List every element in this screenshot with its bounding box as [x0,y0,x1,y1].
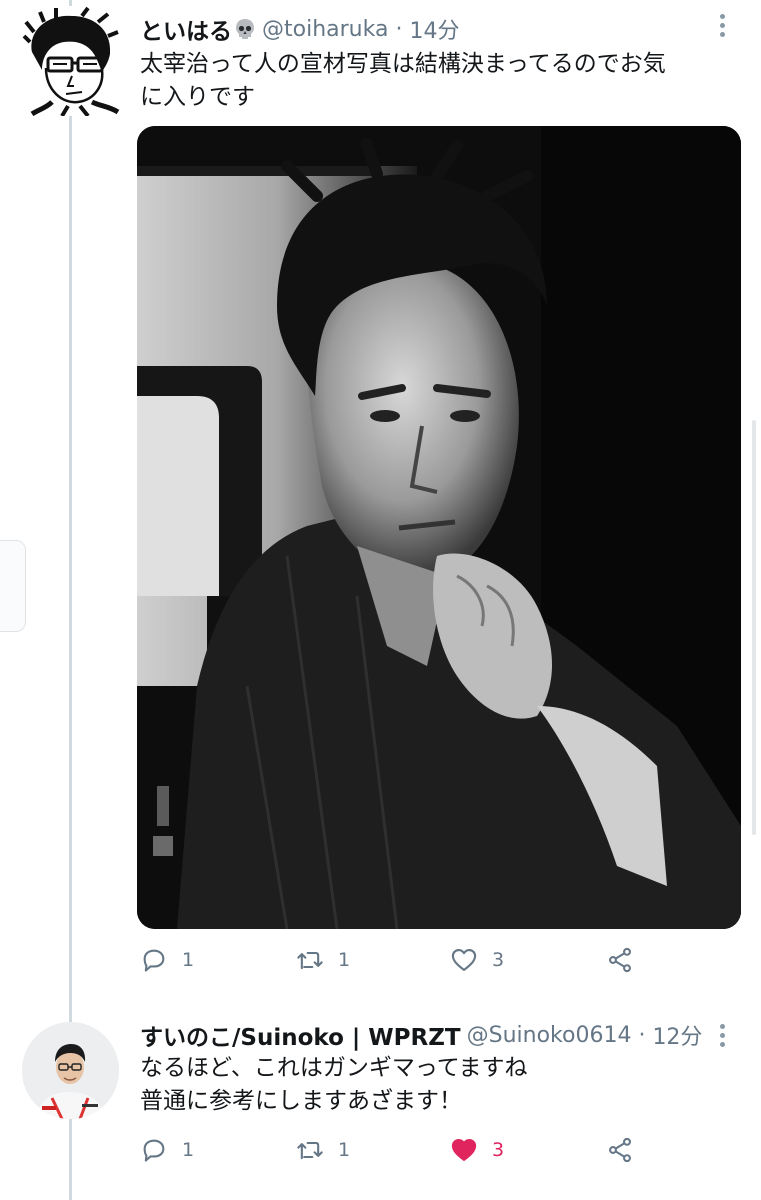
retweet-count: 1 [338,949,351,971]
tweet-actions: 1 1 3 [140,1136,740,1176]
like-button[interactable]: 3 [450,946,504,974]
tweet-header: といはる @toiharuka · 14分 [140,12,459,46]
handle[interactable]: @Suinoko0614 [467,1023,632,1048]
tweet-text-line: 太宰治って人の宣材写真は結構決まってるのでお気 [140,51,666,77]
retweet-button[interactable]: 1 [296,1136,350,1164]
reply-icon [143,949,165,972]
retweet-button[interactable]: 1 [296,946,350,974]
side-panel-tab[interactable] [0,540,26,632]
tweet-text: 太宰治って人の宣材写真は結構決まってるのでお気 に入りです [140,48,740,114]
like-button[interactable]: 3 [450,1136,504,1164]
tweet-text-line: 普通に参考にしますあざます！ [140,1088,462,1114]
reply-icon [143,1139,165,1162]
tweet-actions: 1 1 3 [140,946,740,986]
more-icon[interactable] [720,1024,725,1047]
share-button[interactable] [606,946,634,974]
tweet-text: なるほど、これはガンギマってますね 普通に参考にしますあざます！ [140,1052,740,1118]
tweet-text-line: に入りです [140,84,255,110]
tweet-header: すいのこ/Suinoko | WPRZT @Suinoko0614 · 12分 [140,1018,702,1052]
reply-button[interactable]: 1 [140,946,194,974]
display-name[interactable]: といはる [140,12,232,46]
reply-button[interactable]: 1 [140,1136,194,1164]
share-icon [609,947,631,973]
reply-count: 1 [182,949,195,971]
like-icon [451,949,477,971]
like-icon [451,1139,477,1161]
like-count: 3 [492,1139,505,1161]
like-count: 3 [492,949,505,971]
avatar[interactable] [22,6,122,116]
timestamp[interactable]: 12分 [652,1019,702,1051]
retweet-icon [297,1141,323,1160]
separator: · [395,16,403,42]
thread-line [69,0,72,1200]
display-name[interactable]: すいのこ/Suinoko | WPRZT [140,1018,461,1052]
share-icon [609,1137,631,1163]
skull-icon [234,18,256,40]
separator: · [638,1022,646,1048]
retweet-count: 1 [338,1139,351,1161]
handle[interactable]: @toiharuka [262,17,388,42]
share-button[interactable] [606,1136,634,1164]
avatar[interactable] [22,1022,119,1119]
tweet-photo[interactable] [137,126,741,929]
tweet-text-line: なるほど、これはガンギマってますね [140,1055,528,1081]
more-icon[interactable] [720,14,725,37]
scrollbar[interactable] [752,420,756,835]
reply-count: 1 [182,1139,195,1161]
retweet-icon [297,951,323,970]
timestamp[interactable]: 14分 [409,13,459,45]
